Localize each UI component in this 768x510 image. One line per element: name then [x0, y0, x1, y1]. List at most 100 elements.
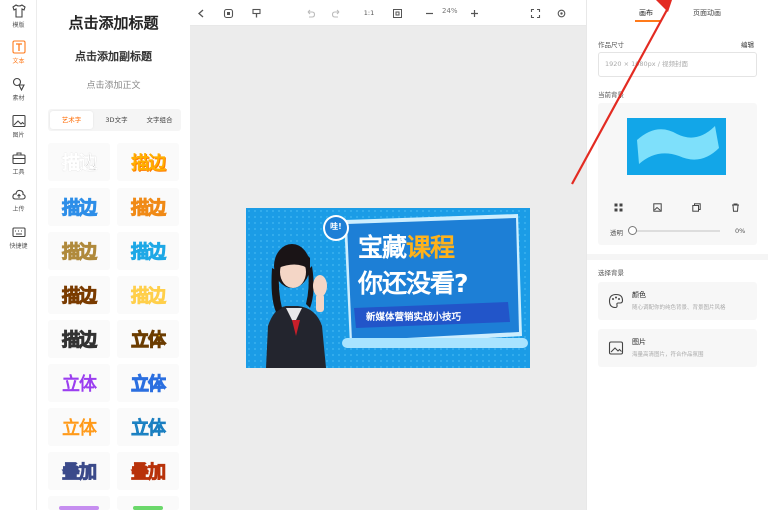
- zoom-level[interactable]: 24%: [442, 7, 458, 15]
- tile-text: 描边: [62, 286, 98, 308]
- canvas-size-field[interactable]: 1920 × 1080px / 视频封面: [598, 52, 757, 77]
- art-text-tile[interactable]: 立体: [117, 364, 179, 402]
- opacity-slider-handle[interactable]: [628, 226, 637, 235]
- zoom-in-button[interactable]: [466, 5, 482, 21]
- poster-title-line1: 宝藏课程: [358, 228, 455, 264]
- grid-icon: [614, 203, 622, 211]
- add-subheading-button[interactable]: 点击添加副标题: [37, 48, 190, 64]
- fullscreen-icon: [530, 8, 540, 18]
- fullscreen-button[interactable]: [527, 5, 543, 21]
- redo-button[interactable]: [328, 5, 344, 21]
- tile-text: 描边: [131, 286, 167, 308]
- ratio-button[interactable]: 1:1: [361, 5, 377, 21]
- rail-item-label: 图片: [12, 132, 25, 139]
- tile-preview-strip: [133, 506, 163, 510]
- add-heading-button[interactable]: 点击添加标题: [37, 12, 190, 33]
- choose-background-label: 选择背景: [598, 269, 624, 277]
- tab-page-animation[interactable]: 页面动画: [693, 8, 721, 18]
- canvas-size-label: 作品尺寸: [598, 41, 624, 49]
- keyboard-icon: [11, 227, 26, 238]
- poster-badge: 哇!: [330, 222, 342, 231]
- rail-item-label: 上传: [12, 206, 25, 213]
- section-divider: [587, 254, 768, 260]
- tab-art-text[interactable]: 艺术字: [50, 111, 93, 129]
- rail-item-material[interactable]: 素材: [0, 77, 37, 111]
- fit-screen-button[interactable]: [389, 5, 405, 21]
- art-text-tile[interactable]: 描边: [48, 276, 110, 314]
- collapse-panel-button[interactable]: [193, 5, 209, 21]
- tile-text: 立体: [131, 418, 167, 440]
- zoom-out-button[interactable]: [421, 5, 437, 21]
- editor-toolbar: 1:1 24%: [190, 0, 586, 26]
- copy-style-button[interactable]: [248, 5, 264, 21]
- tile-text: 描边: [131, 242, 167, 264]
- undo-icon: [307, 9, 315, 18]
- art-text-tile[interactable]: 描边: [117, 232, 179, 270]
- opacity-slider-track[interactable]: [632, 230, 720, 232]
- art-text-tile[interactable]: [48, 496, 110, 510]
- background-pattern: [627, 118, 726, 175]
- art-text-tile[interactable]: 描边: [117, 188, 179, 226]
- tab-text-combo[interactable]: 文字组合: [138, 109, 181, 131]
- background-delete-button[interactable]: [729, 201, 741, 213]
- rail-item-upload[interactable]: 上传: [0, 188, 37, 222]
- undo-button[interactable]: [302, 5, 318, 21]
- art-text-tile[interactable]: 立体: [117, 408, 179, 446]
- color-background-option[interactable]: 颜色 随心调配你的纯色背景、背景图片风格: [598, 282, 757, 320]
- art-text-tile[interactable]: 立体: [48, 364, 110, 402]
- current-background-label: 当前背景: [598, 91, 624, 99]
- background-grid-button[interactable]: [612, 201, 624, 213]
- background-copy-button[interactable]: [690, 201, 702, 213]
- rail-item-image[interactable]: 图片: [0, 114, 37, 148]
- tile-text: 描边: [131, 198, 167, 220]
- add-body-text-button[interactable]: 点击添加正文: [37, 78, 190, 91]
- toolbox-icon: [11, 152, 26, 165]
- image-icon: [11, 114, 26, 128]
- rail-item-text[interactable]: 文本: [0, 40, 37, 74]
- rail-item-shortcuts[interactable]: 快捷键: [0, 225, 37, 259]
- tile-text: 描边: [62, 330, 98, 352]
- left-nav-rail: 模版 文本 素材 图片 工具 上传 快捷键: [0, 0, 37, 510]
- shapes-icon: [12, 77, 25, 91]
- image-background-option[interactable]: 图片 海量高清图片，符合作品氛围: [598, 329, 757, 367]
- gear-icon: [557, 9, 565, 17]
- tab-canvas[interactable]: 画布: [639, 8, 653, 18]
- image-icon: [608, 341, 624, 355]
- plus-icon: [470, 9, 478, 17]
- poster-title-white: 宝藏: [358, 233, 407, 262]
- minus-icon: [425, 12, 433, 14]
- background-thumbnail[interactable]: [627, 118, 726, 175]
- properties-panel: 画布 页面动画 作品尺寸 编辑 1920 × 1080px / 视频封面 当前背…: [586, 0, 768, 510]
- art-text-tile[interactable]: 立体: [117, 320, 179, 358]
- art-text-tile[interactable]: 叠加: [117, 452, 179, 490]
- tab-3d-text[interactable]: 3D文字: [95, 109, 138, 131]
- canvas-area[interactable]: 哇! 宝藏课程 你还没看? 新媒体营销实战小技巧: [190, 26, 586, 510]
- shirt-icon: [11, 4, 26, 18]
- art-text-tile[interactable]: 描边: [117, 276, 179, 314]
- art-text-tile[interactable]: 描边: [48, 143, 110, 181]
- tile-text: 立体: [62, 418, 97, 439]
- chevron-left-icon: [197, 9, 203, 17]
- opacity-label: 透明: [610, 229, 623, 237]
- opacity-value: 0%: [735, 227, 746, 235]
- art-text-tile[interactable]: 叠加: [48, 452, 110, 490]
- poster-canvas[interactable]: 哇! 宝藏课程 你还没看? 新媒体营销实战小技巧: [246, 208, 530, 368]
- layers-button[interactable]: [220, 5, 236, 21]
- art-text-tile[interactable]: [117, 496, 179, 510]
- background-crop-button[interactable]: [651, 201, 663, 213]
- edit-size-link[interactable]: 编辑: [741, 39, 754, 49]
- palette-icon: [608, 293, 624, 309]
- art-text-tile[interactable]: 描边: [48, 188, 110, 226]
- current-background-card: 透明 0%: [598, 103, 757, 245]
- tile-preview-strip: [59, 506, 99, 510]
- art-text-tile[interactable]: 立体: [48, 408, 110, 446]
- art-text-tile[interactable]: 描边: [117, 143, 179, 181]
- option-description: 海量高清图片，符合作品氛围: [632, 352, 704, 358]
- rail-item-tools[interactable]: 工具: [0, 151, 37, 185]
- rail-item-template[interactable]: 模版: [0, 4, 37, 38]
- settings-button[interactable]: [553, 5, 569, 21]
- art-text-tile[interactable]: 描边: [48, 232, 110, 270]
- redo-icon: [331, 9, 339, 18]
- rail-item-label: 素材: [12, 95, 25, 102]
- art-text-tile[interactable]: 描边: [48, 320, 110, 358]
